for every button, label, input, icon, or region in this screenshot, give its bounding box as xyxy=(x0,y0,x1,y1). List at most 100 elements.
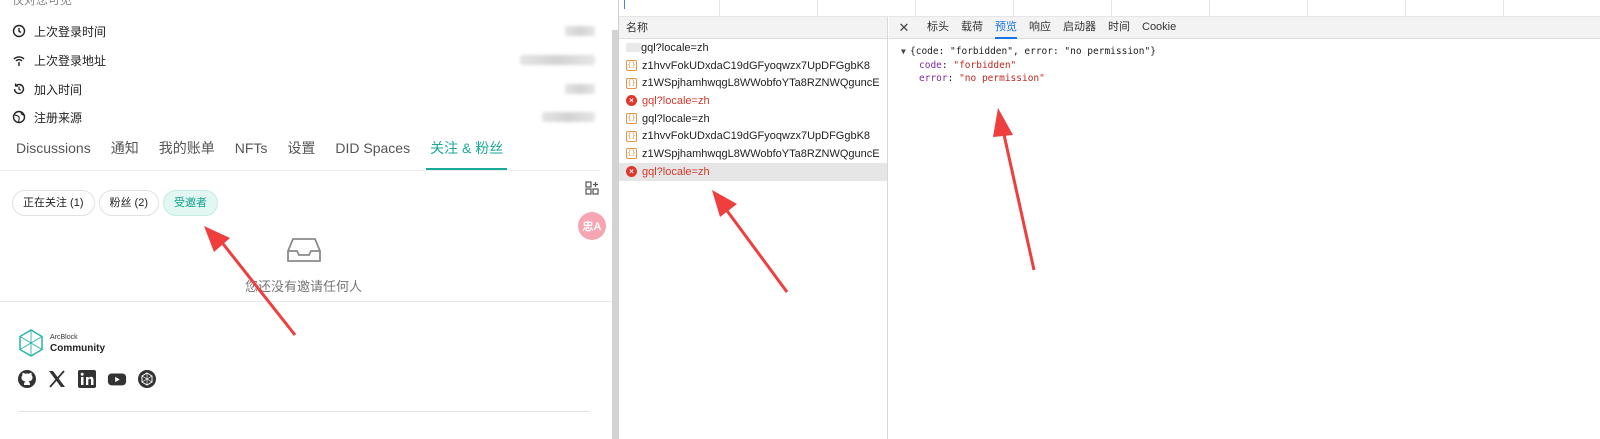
apps-grid-icon xyxy=(585,181,599,195)
tab-payload[interactable]: 载荷 xyxy=(961,17,983,39)
fetch-icon: {} xyxy=(626,130,637,142)
blurred-value xyxy=(565,26,595,36)
error-icon: × xyxy=(626,95,637,107)
tab-did-spaces[interactable]: DID Spaces xyxy=(335,136,410,170)
request-row[interactable]: {} z1hvvFokUDxdaC19dGFyoqwzx7UpDFGgbK8 xyxy=(619,57,887,75)
close-icon[interactable]: ✕ xyxy=(893,20,915,36)
tab-cookies[interactable]: Cookie xyxy=(1142,17,1176,39)
json-value: "no permission" xyxy=(959,73,1045,84)
timeline-gridline xyxy=(915,0,916,17)
info-label: 加入时间 xyxy=(34,82,83,97)
fetch-icon: {} xyxy=(626,113,637,125)
arcblock-logo-icon xyxy=(19,329,43,357)
visibility-note: 仅对您可见 xyxy=(12,0,73,7)
fetch-icon: {} xyxy=(626,60,637,72)
fetch-icon: {} xyxy=(626,148,637,160)
request-row[interactable]: {} z1WSpjhamhwqgL8WWobfoYTa8RZNWQguncE xyxy=(619,74,887,92)
tab-discussions[interactable]: Discussions xyxy=(16,136,91,170)
github-icon[interactable] xyxy=(17,369,37,389)
apps-grid-button[interactable] xyxy=(578,174,606,202)
timeline-gridline xyxy=(1503,0,1504,17)
json-preview: ▼ {code: "forbidden", error: "no permissi… xyxy=(889,39,1600,86)
info-row-join-time: 加入时间 xyxy=(12,79,82,99)
tab-headers[interactable]: 标头 xyxy=(927,17,949,39)
info-row-last-login-time: 上次登录时间 xyxy=(12,21,106,41)
request-row[interactable]: × gql?locale=zh xyxy=(619,162,887,181)
tab-response[interactable]: 响应 xyxy=(1029,17,1051,39)
json-value: "forbidden" xyxy=(953,59,1017,71)
tab-my-bills[interactable]: 我的账单 xyxy=(159,136,215,170)
arcblock-icon[interactable] xyxy=(137,369,157,389)
social-links xyxy=(17,369,157,389)
tab-settings[interactable]: 设置 xyxy=(287,136,315,170)
x-icon[interactable] xyxy=(47,369,67,389)
timeline-marker xyxy=(624,0,625,9)
follow-filter-chips: 正在关注 (1) 粉丝 (2) 受邀者 xyxy=(12,190,218,216)
request-placeholder-icon xyxy=(626,43,641,53)
chip-following[interactable]: 正在关注 (1) xyxy=(12,190,95,216)
request-name: gql?locale=zh xyxy=(642,94,710,107)
profile-tabs: Discussions 通知 我的账单 NFTs 设置 DID Spaces 关… xyxy=(0,136,600,171)
chip-invitees[interactable]: 受邀者 xyxy=(163,190,218,216)
tab-nfts[interactable]: NFTs xyxy=(235,136,268,170)
request-row[interactable]: {} z1hvvFokUDxdaC19dGFyoqwzx7UpDFGgbK8 xyxy=(619,127,887,145)
arcblock-community-logo[interactable]: ArcBlock Community xyxy=(18,329,105,357)
timeline-gridline xyxy=(817,0,818,17)
request-name: gql?locale=zh xyxy=(641,41,709,54)
timeline-gridline xyxy=(719,0,720,17)
request-row[interactable]: {} gql?locale=zh xyxy=(619,110,887,128)
network-timeline[interactable] xyxy=(619,0,1600,17)
error-icon: × xyxy=(626,166,637,178)
chip-fans[interactable]: 粉丝 (2) xyxy=(98,190,159,216)
request-list: 名称 gql?locale=zh {} z1hvvFokUDxdaC19dGFyoq… xyxy=(619,17,888,439)
request-name: gql?locale=zh xyxy=(642,165,710,178)
request-row[interactable]: {} z1WSpjhamhwqgL8WWobfoYTa8RZNWQguncE xyxy=(619,145,887,163)
tab-follow-fans[interactable]: 关注 & 粉丝 xyxy=(426,136,508,170)
expand-triangle-icon[interactable]: ▼ xyxy=(901,45,910,59)
clock-icon xyxy=(12,24,26,38)
info-label: 注册来源 xyxy=(34,110,83,125)
timeline-gridline xyxy=(1209,0,1210,17)
signal-icon xyxy=(12,53,26,67)
timeline-gridline xyxy=(1111,0,1112,17)
info-row-last-login-address: 上次登录地址 xyxy=(12,50,106,70)
devtools-network-panel: 名称 gql?locale=zh {} z1hvvFokUDxdaC19dGFyoq… xyxy=(618,0,1600,439)
request-name: z1hvvFokUDxdaC19dGFyoqwzx7UpDFGgbK8 xyxy=(642,59,871,72)
timeline-gridline xyxy=(1307,0,1308,17)
request-name: gql?locale=zh xyxy=(642,112,710,125)
json-summary-row[interactable]: ▼ {code: "forbidden", error: "no permissi… xyxy=(901,45,1600,59)
translate-button[interactable]: 忠A xyxy=(578,212,606,240)
request-name: z1WSpjhamhwqgL8WWobfoYTa8RZNWQguncE xyxy=(642,147,880,160)
brand-small: ArcBlock xyxy=(50,334,78,341)
divider xyxy=(0,301,612,302)
tab-initiator[interactable]: 启动器 xyxy=(1063,17,1096,39)
info-label: 上次登录地址 xyxy=(34,53,107,68)
request-row[interactable]: gql?locale=zh xyxy=(619,39,887,57)
history-icon xyxy=(12,82,26,96)
footer-divider xyxy=(18,411,590,412)
profile-pane: 仅对您可见 上次登录时间 上次登录地址 加入时间 注册来源 Discussion… xyxy=(0,0,612,439)
detail-tabs: ✕ 标头 载荷 预览 响应 启动器 时间 Cookie xyxy=(889,17,1600,39)
inbox-empty-icon xyxy=(287,236,321,269)
tab-preview[interactable]: 预览 xyxy=(995,17,1017,39)
globe-icon xyxy=(12,110,26,124)
json-property: code: "forbidden" xyxy=(919,59,1017,71)
brand-big: Community xyxy=(50,343,105,354)
json-key: error xyxy=(919,73,948,84)
tab-notifications[interactable]: 通知 xyxy=(111,136,139,170)
timeline-gridline xyxy=(1013,0,1014,17)
request-row[interactable]: × gql?locale=zh xyxy=(619,92,887,110)
linkedin-icon[interactable] xyxy=(77,369,97,389)
request-name: z1WSpjhamhwqgL8WWobfoYTa8RZNWQguncE xyxy=(642,77,880,90)
timeline-gridline xyxy=(1405,0,1406,17)
json-property: error: "no permission" xyxy=(919,73,1045,84)
info-row-registration-source: 注册来源 xyxy=(12,107,82,127)
empty-state-text: 您还没有邀请任何人 xyxy=(245,279,363,294)
request-rows: gql?locale=zh {} z1hvvFokUDxdaC19dGFyoqwzx… xyxy=(619,39,887,181)
fetch-icon: {} xyxy=(626,77,637,89)
request-name: z1hvvFokUDxdaC19dGFyoqwzx7UpDFGgbK8 xyxy=(642,130,871,143)
tab-timing[interactable]: 时间 xyxy=(1108,17,1130,39)
name-column-header[interactable]: 名称 xyxy=(619,17,887,39)
json-summary: {code: "forbidden", error: "no permissio… xyxy=(910,46,1156,57)
youtube-icon[interactable] xyxy=(107,369,127,389)
